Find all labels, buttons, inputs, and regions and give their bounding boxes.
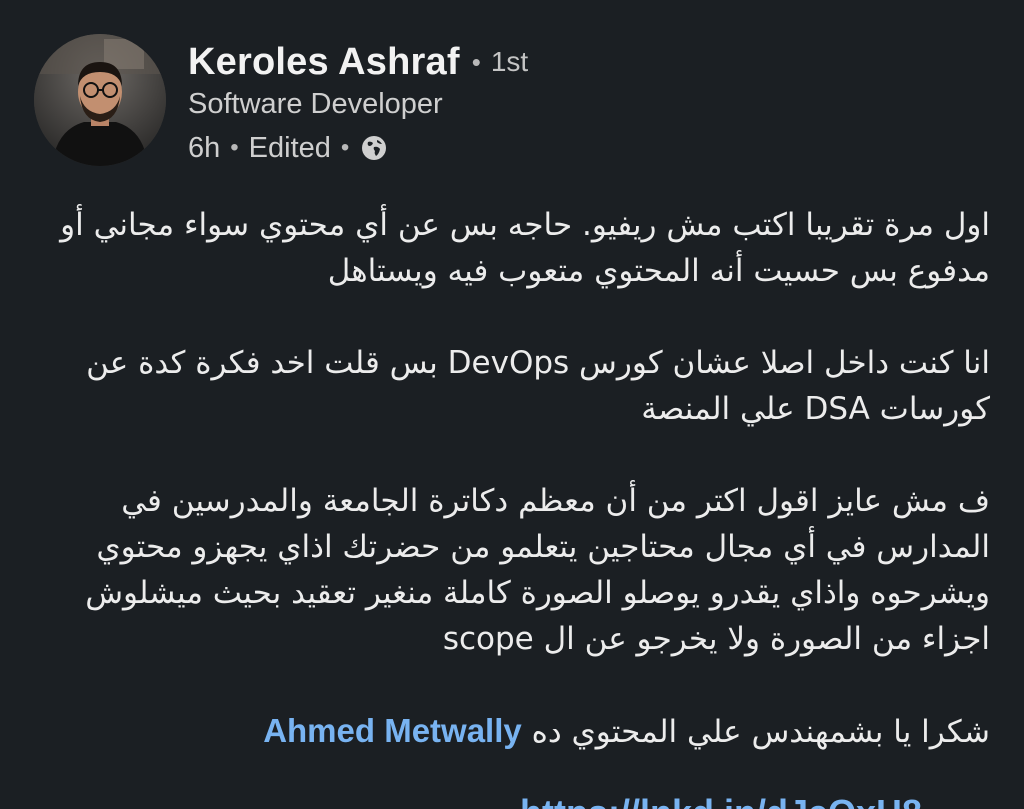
mention-link[interactable]: Ahmed Metwally [263,712,522,749]
connection-degree: 1st [490,46,529,77]
post-paragraph-thanks: شكرا يا بشمهندس علي المحتوي ده Ahmed Met… [40,708,990,755]
edited-label: Edited [248,131,331,164]
post-time: 6h [188,131,221,164]
avatar-photo [34,34,166,166]
globe-icon [361,135,387,161]
author-name[interactable]: Keroles Ashraf [188,41,460,84]
thanks-text: شكرا يا بشمهندس علي المحتوي ده [531,714,990,750]
author-row: Keroles Ashraf • 1st [188,38,528,86]
meta-separator: • [340,134,350,161]
connection-separator: • [471,46,481,77]
avatar[interactable] [34,34,166,166]
post-body: اول مرة تقريبا اكتب مش ريفيو. حاجه بس عن… [40,202,990,755]
post-paragraph: اول مرة تقريبا اكتب مش ريفيو. حاجه بس عن… [60,207,990,289]
post-paragraph: انا كنت داخل اصلا عشان كورس DevOps بس قل… [86,345,990,427]
meta-separator: • [230,134,239,161]
post-paragraph: ف مش عايز اقول اكتر من أن معظم دكاترة ال… [85,483,990,657]
post-link[interactable]: https://lnkd.in/dJeQxH8 [520,783,922,809]
post-meta: 6h • Edited • [188,128,387,168]
author-headline: Software Developer [188,88,443,120]
